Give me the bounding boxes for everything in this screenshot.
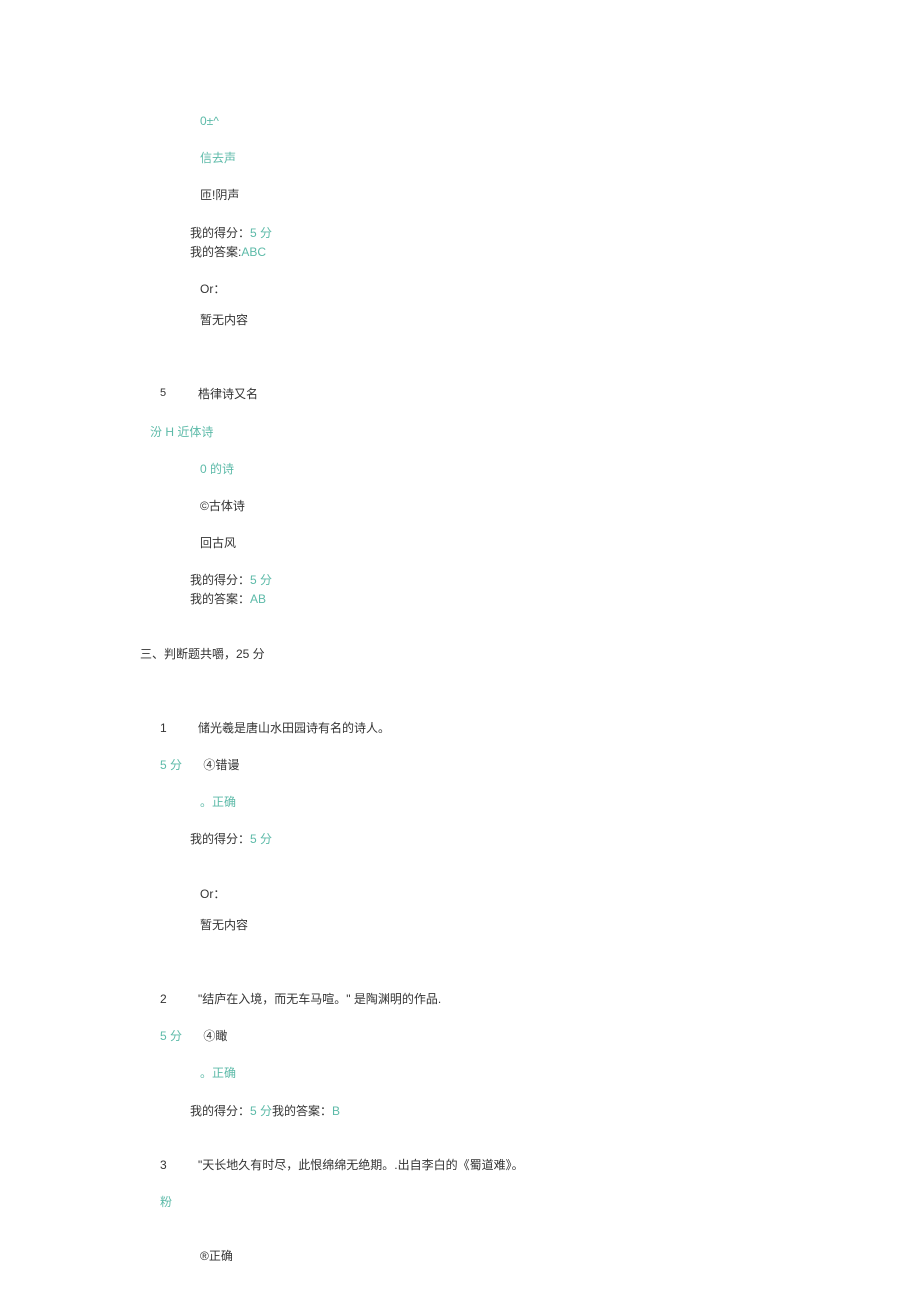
correct-text: ®正确 <box>200 1249 233 1263</box>
score-label: 我的得分： <box>190 1104 250 1118</box>
q5-option-b: 0 的诗 <box>200 460 920 479</box>
section-3-header: 三、判断题共嚼，25 分 <box>140 645 920 664</box>
score-label: 我的得分： <box>190 832 250 846</box>
wrong-text: ④错谩 <box>203 758 239 772</box>
correct-text: 。正确 <box>200 795 236 809</box>
j2-score-answer-row: 我的得分：5 分我的答案：B <box>190 1102 920 1121</box>
q4-score-row: 我的得分：5 分 <box>190 224 920 243</box>
q4-option-1: 0±^ <box>200 112 920 131</box>
score-value: 5 分 <box>250 226 272 240</box>
question-number: 5 <box>160 385 170 404</box>
q4-or-label: Or： <box>200 280 920 299</box>
option-text: 汾 H 近体诗 <box>150 425 213 439</box>
q5-row2: 汾 H 近体诗 <box>150 423 920 442</box>
q5-option-c: ©古体诗 <box>200 497 920 516</box>
or-text: Or： <box>200 887 225 901</box>
j1-header: 1 储光羲是唐山水田园诗有名的诗人。 <box>160 719 920 738</box>
no-content-text: 暂无内容 <box>200 918 248 932</box>
q5-answer-row: 我的答案：AB <box>190 590 920 609</box>
or-text: Or： <box>200 282 225 296</box>
question-title: "结庐在入境，而无车马喧。" 是陶渊明的作品. <box>198 990 441 1009</box>
q5-score-row: 我的得分：5 分 <box>190 571 920 590</box>
score-value: 5 分 <box>250 1104 272 1118</box>
q5-option-d: 回古风 <box>200 534 920 553</box>
answer-label: 我的答案: <box>190 245 241 259</box>
j1-or-label: Or： <box>200 885 920 904</box>
q4-option-3: 匝!阴声 <box>200 186 920 205</box>
answer-label: 我的答案： <box>272 1104 332 1118</box>
j1-no-content: 暂无内容 <box>200 916 920 935</box>
question-title: 储光羲是唐山水田园诗有名的诗人。 <box>198 719 390 738</box>
j3-score: 粉 <box>160 1193 920 1212</box>
score-text: 5 分 <box>160 1029 182 1043</box>
no-content-text: 暂无内容 <box>200 313 248 327</box>
question-number: 2 <box>160 990 170 1009</box>
option-text: 信去声 <box>200 151 236 165</box>
score-value: 5 分 <box>250 573 272 587</box>
answer-label: 我的答案： <box>190 592 250 606</box>
wrong-text: ④瞰 <box>203 1029 227 1043</box>
question-title: "天长地久有时尽，此恨绵绵无绝期。.出自李白的《蜀道难》。 <box>198 1156 524 1175</box>
option-text: 匝!阴声 <box>200 188 239 202</box>
j1-score-row: 我的得分：5 分 <box>190 830 920 849</box>
score-label: 我的得分： <box>190 573 250 587</box>
score-text: 5 分 <box>160 758 182 772</box>
option-text: 0±^ <box>200 114 219 128</box>
answer-value: B <box>332 1104 340 1118</box>
answer-value: AB <box>250 592 266 606</box>
j3-correct: ®正确 <box>200 1247 920 1266</box>
j1-correct: 。正确 <box>200 793 920 812</box>
question-title: 梏律诗又名 <box>198 385 258 404</box>
option-text: ©古体诗 <box>200 499 245 513</box>
q5-header: 5 梏律诗又名 <box>160 385 920 404</box>
question-number: 1 <box>160 719 170 738</box>
q4-no-content: 暂无内容 <box>200 311 920 330</box>
answer-value: ABC <box>241 245 266 259</box>
q4-option-2: 信去声 <box>200 149 920 168</box>
j1-score-wrong-row: 5 分 ④错谩 <box>160 756 920 775</box>
section-header-text: 三、判断题共嚼，25 分 <box>140 647 265 661</box>
question-number: 3 <box>160 1156 170 1175</box>
j2-correct: 。正确 <box>200 1064 920 1083</box>
score-label: 我的得分： <box>190 226 250 240</box>
score-value: 5 分 <box>250 832 272 846</box>
option-text: 0 的诗 <box>200 462 234 476</box>
option-text: 回古风 <box>200 536 236 550</box>
correct-text: 。正确 <box>200 1066 236 1080</box>
q4-answer-row: 我的答案:ABC <box>190 243 920 262</box>
j2-score-wrong-row: 5 分 ④瞰 <box>160 1027 920 1046</box>
j2-header: 2 "结庐在入境，而无车马喧。" 是陶渊明的作品. <box>160 990 920 1009</box>
score-text: 粉 <box>160 1195 172 1209</box>
j3-header: 3 "天长地久有时尽，此恨绵绵无绝期。.出自李白的《蜀道难》。 <box>160 1156 920 1175</box>
